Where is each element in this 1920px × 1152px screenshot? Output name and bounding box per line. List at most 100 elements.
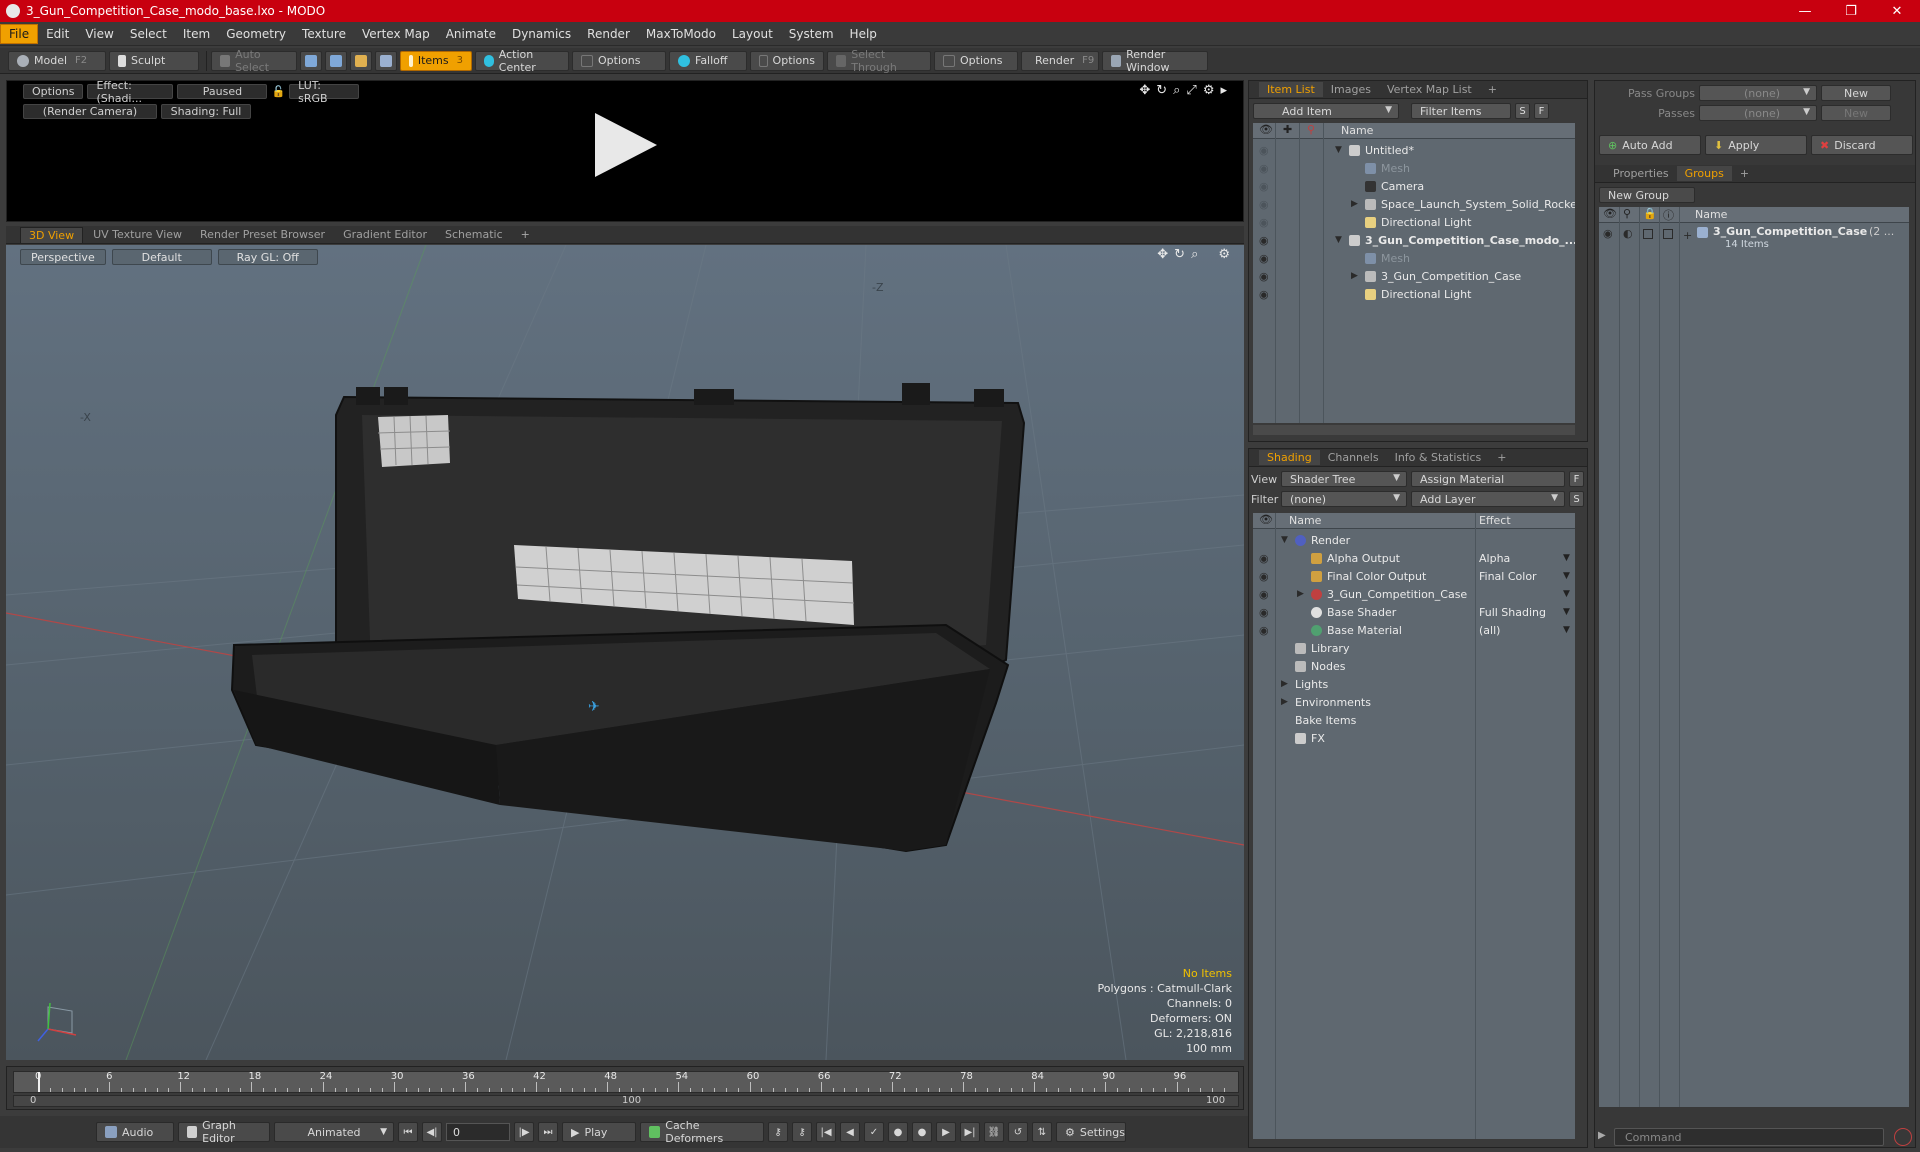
- tree-row[interactable]: ◉ Directional Light: [1253, 285, 1575, 303]
- visibility-eye-icon[interactable]: ◉: [1259, 606, 1269, 619]
- pass-groups-dropdown[interactable]: (none) ▼: [1699, 85, 1817, 101]
- zoom-icon[interactable]: ⌕: [1173, 83, 1180, 98]
- menu-dynamics[interactable]: Dynamics: [504, 25, 579, 43]
- next-keyframe-icon[interactable]: ▶|: [960, 1122, 980, 1142]
- shading-f-button[interactable]: F: [1569, 471, 1584, 487]
- tree-row[interactable]: ◉ Directional Light: [1253, 213, 1575, 231]
- expand-arrow-icon[interactable]: ▶: [1281, 679, 1288, 689]
- loop-icon[interactable]: ↺: [1008, 1122, 1028, 1142]
- menu-geometry[interactable]: Geometry: [218, 25, 294, 43]
- new-pass-button[interactable]: New: [1821, 105, 1891, 121]
- chevron-down-icon[interactable]: ▼: [1563, 553, 1570, 563]
- shader-row[interactable]: ◉ Base Shader Full Shading ▼: [1253, 603, 1575, 621]
- raygl-dropdown[interactable]: Ray GL: Off: [217, 249, 318, 265]
- maximize-icon[interactable]: ⤢: [1186, 83, 1196, 98]
- new-pass-group-button[interactable]: New: [1821, 85, 1891, 101]
- channel-icon[interactable]: ⇅: [1032, 1122, 1052, 1142]
- expand-plus-icon[interactable]: +: [1683, 229, 1692, 242]
- expand-arrow-icon[interactable]: ▶: [1351, 271, 1358, 281]
- menu-item[interactable]: Item: [175, 25, 218, 43]
- visibility-eye-icon[interactable]: ◉: [1259, 144, 1269, 157]
- rotate-icon[interactable]: ↻: [1156, 83, 1167, 98]
- visibility-eye-icon[interactable]: ◉: [1603, 227, 1613, 240]
- lock-icon[interactable]: 🔓: [271, 85, 285, 98]
- render-toggle-icon[interactable]: ◐: [1623, 227, 1633, 240]
- add-tab-icon[interactable]: +: [1480, 82, 1505, 97]
- play-button[interactable]: ▶ Play: [562, 1122, 636, 1142]
- menu-animate[interactable]: Animate: [438, 25, 504, 43]
- preview-shading-dropdown[interactable]: Shading: Full: [161, 104, 251, 119]
- group-row[interactable]: ◉ ◐ + 3_Gun_Competition_Case (2 ... 14 I…: [1599, 225, 1909, 255]
- vertices-mode-button[interactable]: [300, 50, 322, 71]
- key-all-icon[interactable]: ⚷: [792, 1122, 812, 1142]
- record-icon[interactable]: ●: [888, 1122, 908, 1142]
- model-mode-button[interactable]: Model F2: [8, 50, 106, 71]
- cache-deformers-button[interactable]: Cache Deformers: [640, 1119, 764, 1145]
- menu-maxtomodo[interactable]: MaxToModo: [638, 25, 724, 43]
- shader-row[interactable]: Library: [1253, 639, 1575, 657]
- timeline[interactable]: 0 6 12 18 24 30 36 42 48 54 60 66 72 78 84 90 96 0 100 1…: [6, 1066, 1244, 1110]
- select-through-options-button[interactable]: Options: [934, 50, 1018, 71]
- auto-select-button[interactable]: Auto Select: [211, 48, 297, 74]
- tree-row[interactable]: ◉ Mesh: [1253, 249, 1575, 267]
- auto-add-button[interactable]: ⊕ Auto Add: [1599, 135, 1701, 155]
- tree-row[interactable]: ◉ ▼ Untitled*: [1253, 141, 1575, 159]
- shader-row[interactable]: ◉ Final Color Output Final Color ▼: [1253, 567, 1575, 585]
- tab-uv-texture-view[interactable]: UV Texture View: [85, 227, 190, 242]
- collapse-arrow-icon[interactable]: ▼: [1335, 235, 1342, 245]
- visibility-eye-icon[interactable]: ◉: [1259, 588, 1269, 601]
- new-group-button[interactable]: New Group: [1599, 187, 1695, 203]
- menu-render[interactable]: Render: [579, 25, 638, 43]
- menu-system[interactable]: System: [781, 25, 842, 43]
- menu-texture[interactable]: Texture: [294, 25, 354, 43]
- preview-options-button[interactable]: Options: [23, 84, 84, 99]
- pan-icon[interactable]: ✥: [1139, 83, 1150, 98]
- select-through-button[interactable]: Select Through: [827, 48, 931, 74]
- shader-row[interactable]: ◉ Base Material (all) ▼: [1253, 621, 1575, 639]
- go-to-start-button[interactable]: ⏮: [398, 1122, 418, 1142]
- visibility-eye-icon[interactable]: ◉: [1259, 624, 1269, 637]
- shader-row[interactable]: ▼ Render: [1253, 531, 1575, 549]
- previous-keyframe-icon[interactable]: |◀: [816, 1122, 836, 1142]
- passes-dropdown[interactable]: (none) ▼: [1699, 105, 1817, 121]
- polygons-mode-button[interactable]: [350, 50, 372, 71]
- sculpt-mode-button[interactable]: Sculpt: [109, 50, 199, 71]
- animated-dropdown[interactable]: Animated ▼: [274, 1122, 394, 1142]
- perspective-dropdown[interactable]: Perspective: [20, 249, 106, 265]
- chevron-down-icon[interactable]: ▼: [1563, 571, 1570, 581]
- settings-gear-icon[interactable]: ⚙: [1218, 247, 1230, 262]
- add-layer-dropdown[interactable]: Add Layer ▼: [1411, 491, 1565, 507]
- tab-images[interactable]: Images: [1323, 82, 1379, 97]
- go-to-end-button[interactable]: ⏭: [538, 1122, 558, 1142]
- tree-row[interactable]: ◉▶Space_Launch_System_Solid_Rocket_...: [1253, 195, 1575, 213]
- timeline-ruler[interactable]: 06121824303642485460667278849096: [13, 1071, 1239, 1093]
- add-tab-icon[interactable]: +: [1489, 450, 1514, 465]
- tab-item-list[interactable]: Item List: [1259, 82, 1323, 97]
- shader-row[interactable]: Nodes: [1253, 657, 1575, 675]
- menu-edit[interactable]: Edit: [38, 25, 77, 43]
- pan-icon[interactable]: ✥: [1157, 247, 1168, 262]
- visibility-eye-icon[interactable]: ◉: [1259, 570, 1269, 583]
- shader-row[interactable]: FX: [1253, 729, 1575, 747]
- menu-view[interactable]: View: [77, 25, 121, 43]
- filter-f-button[interactable]: F: [1534, 103, 1549, 119]
- timeline-range-bar[interactable]: 0 100 100: [13, 1095, 1239, 1107]
- tab-info-statistics[interactable]: Info & Statistics: [1387, 450, 1490, 465]
- preview-camera-dropdown[interactable]: (Render Camera): [23, 104, 157, 119]
- view-dropdown[interactable]: Shader Tree ▼: [1281, 471, 1407, 487]
- tab-shading[interactable]: Shading: [1259, 450, 1320, 465]
- preview-lut-dropdown[interactable]: LUT: sRGB: [289, 79, 360, 105]
- filter-s-button[interactable]: S: [1515, 103, 1530, 119]
- playhead[interactable]: [38, 1072, 40, 1092]
- graph-editor-button[interactable]: Graph Editor: [178, 1119, 270, 1145]
- render-window-button[interactable]: Render Window: [1102, 48, 1208, 74]
- chevron-down-icon[interactable]: ▼: [1563, 607, 1570, 617]
- close-button[interactable]: ✕: [1874, 0, 1920, 22]
- tab-schematic[interactable]: Schematic: [437, 227, 511, 242]
- audio-button[interactable]: Audio: [96, 1122, 174, 1142]
- preview-paused-button[interactable]: Paused: [177, 84, 268, 99]
- previous-key-button[interactable]: ◀|: [422, 1122, 442, 1142]
- item-list-hscrollbar[interactable]: [1253, 425, 1575, 435]
- settings-gear-icon[interactable]: ⚙: [1203, 83, 1215, 98]
- link-icon[interactable]: ⛓: [984, 1122, 1004, 1142]
